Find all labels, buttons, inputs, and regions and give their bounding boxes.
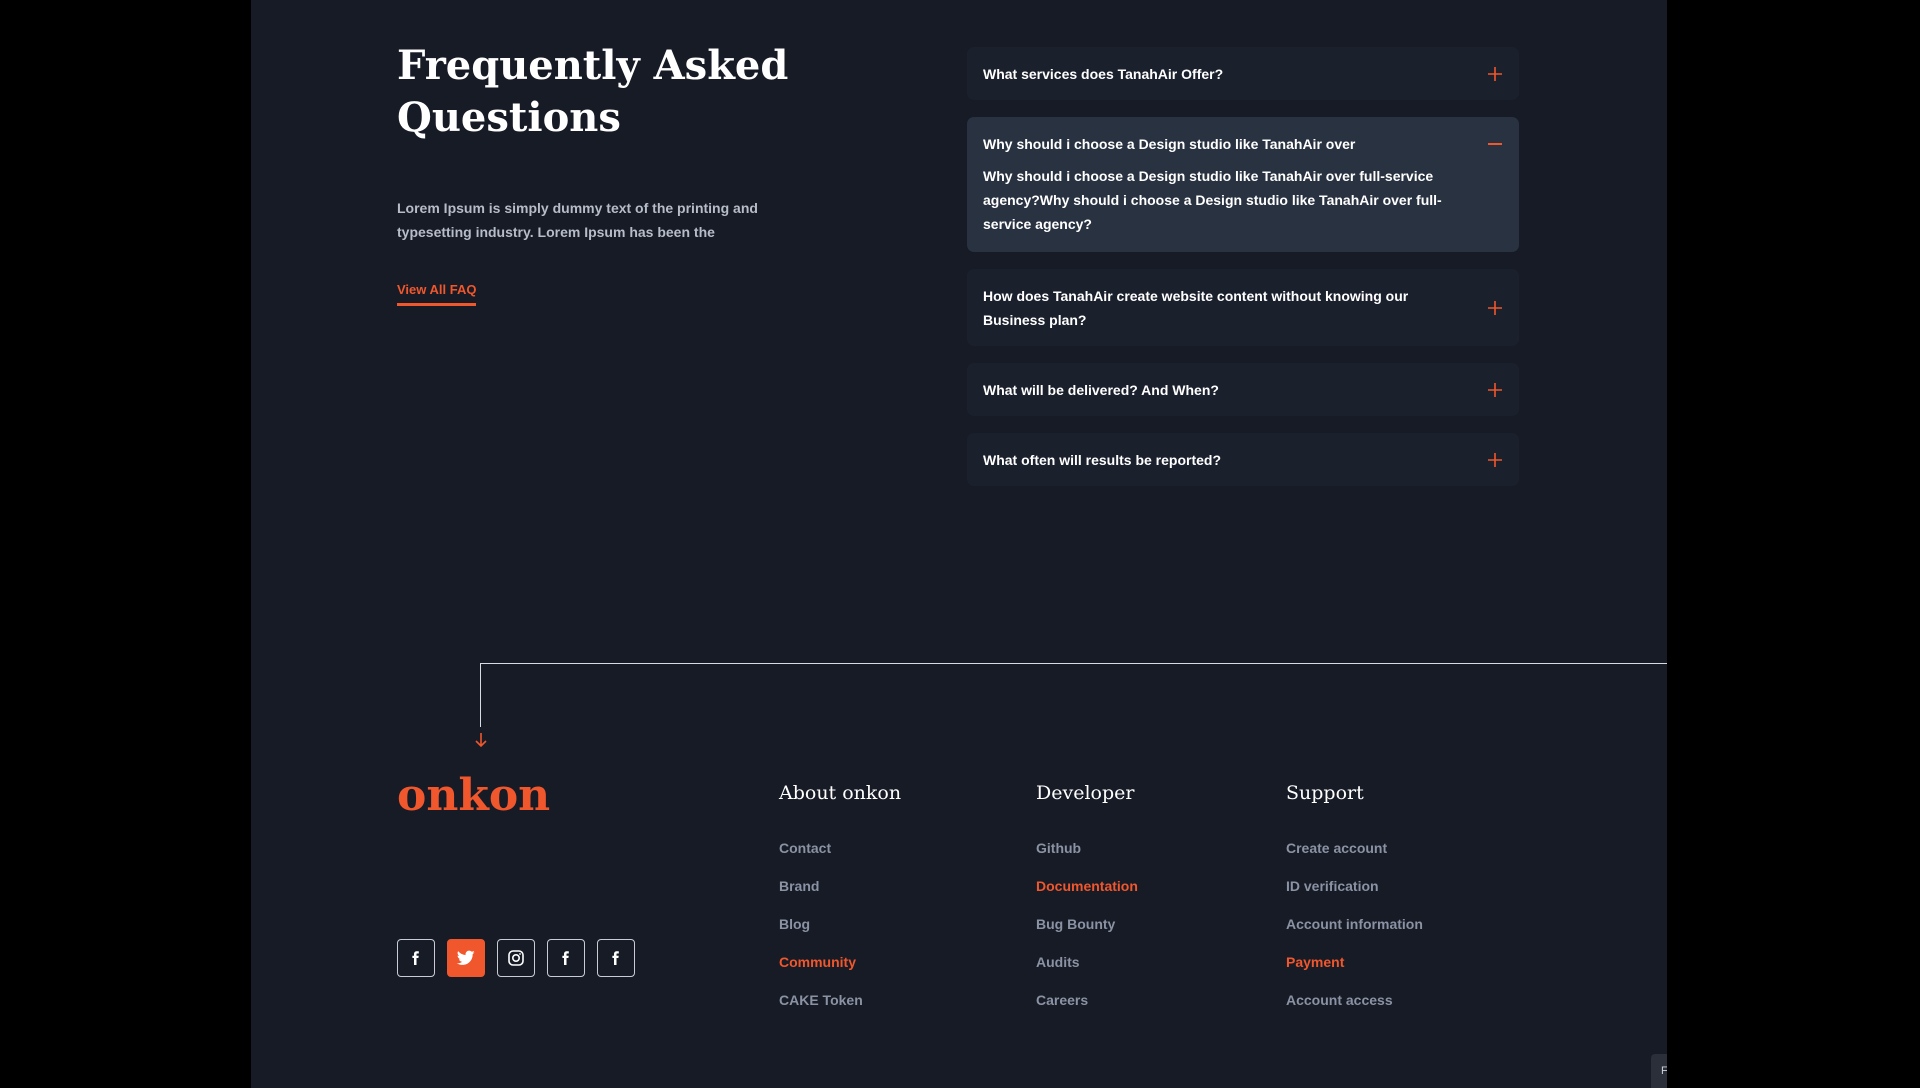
footer-column-title: About onkon: [779, 782, 902, 804]
faq-answer: Why should i choose a Design studio like…: [983, 168, 1442, 232]
faq-item: What services does TanahAir Offer?: [967, 47, 1519, 100]
faq-question: What often will results be reported?: [983, 451, 1222, 468]
footer-link-blog[interactable]: Blog: [779, 916, 810, 932]
footer-link-id-verification[interactable]: ID verification: [1286, 878, 1379, 894]
faq-item-header[interactable]: What often will results be reported?: [983, 433, 1503, 486]
faq-item: What often will results be reported?: [967, 433, 1519, 486]
footer-column-developer: Developer Github Documentation Bug Bount…: [1036, 782, 1138, 1030]
footer-link-audits[interactable]: Audits: [1036, 954, 1080, 970]
footer-link-create-account[interactable]: Create account: [1286, 840, 1387, 856]
twitter-icon[interactable]: [447, 939, 485, 977]
footer-link-payment[interactable]: Payment: [1286, 954, 1344, 970]
footer-link-careers[interactable]: Careers: [1036, 992, 1088, 1008]
footer-link-bug-bounty[interactable]: Bug Bounty: [1036, 916, 1115, 932]
page: Frequently Asked Questions Lorem Ipsum i…: [251, 0, 1667, 1088]
footer-link-account-access[interactable]: Account access: [1286, 992, 1393, 1008]
footer-column-title: Developer: [1036, 782, 1135, 804]
faq-item: What will be delivered? And When?: [967, 363, 1519, 416]
plus-icon[interactable]: [1487, 452, 1503, 468]
faq-item-open: Why should i choose a Design studio like…: [967, 117, 1519, 252]
footer-link-account-information[interactable]: Account information: [1286, 916, 1423, 932]
social-links: [397, 939, 635, 977]
footer-link-community[interactable]: Community: [779, 954, 856, 970]
faq-accordion: What services does TanahAir Offer? Why s…: [967, 47, 1519, 503]
floating-tab[interactable]: F: [1651, 1054, 1667, 1088]
instagram-icon[interactable]: [497, 939, 535, 977]
plus-icon[interactable]: [1487, 66, 1503, 82]
brand-logo[interactable]: onkon: [397, 770, 550, 821]
footer-column-support: Support Create account ID verification A…: [1286, 782, 1423, 1030]
footer-link-brand[interactable]: Brand: [779, 878, 819, 894]
faq-question: What will be delivered? And When?: [983, 381, 1219, 398]
faq-item-header[interactable]: How does TanahAir create website content…: [983, 269, 1503, 346]
footer-link-documentation[interactable]: Documentation: [1036, 878, 1138, 894]
faq-question: Why should i choose a Design studio like…: [983, 135, 1356, 152]
plus-icon[interactable]: [1487, 300, 1503, 316]
faq-item: How does TanahAir create website content…: [967, 269, 1519, 346]
footer-link-contact[interactable]: Contact: [779, 840, 831, 856]
minus-icon[interactable]: [1487, 136, 1503, 152]
faq-title: Frequently Asked Questions: [397, 42, 789, 141]
footer-column-title: Support: [1286, 782, 1364, 804]
view-all-faq-link[interactable]: View All FAQ: [397, 282, 477, 306]
faq-description: Lorem Ipsum is simply dummy text of the …: [397, 200, 758, 240]
divider-line-vertical: [480, 663, 481, 727]
faq-item-header[interactable]: Why should i choose a Design studio like…: [983, 117, 1503, 170]
footer-column-about: About onkon Contact Brand Blog Community…: [779, 782, 901, 1030]
facebook-icon[interactable]: [597, 939, 635, 977]
facebook-icon[interactable]: [547, 939, 585, 977]
footer-link-cake-token[interactable]: CAKE Token: [779, 992, 863, 1008]
divider-line: [480, 663, 1667, 664]
facebook-icon[interactable]: [397, 939, 435, 977]
faq-question: How does TanahAir create website content…: [983, 287, 1409, 328]
faq-question: What services does TanahAir Offer?: [983, 65, 1224, 82]
plus-icon[interactable]: [1487, 382, 1503, 398]
arrow-down-icon: [473, 732, 489, 753]
footer-link-github[interactable]: Github: [1036, 840, 1081, 856]
faq-item-header[interactable]: What will be delivered? And When?: [983, 363, 1503, 416]
faq-item-header[interactable]: What services does TanahAir Offer?: [983, 47, 1503, 100]
